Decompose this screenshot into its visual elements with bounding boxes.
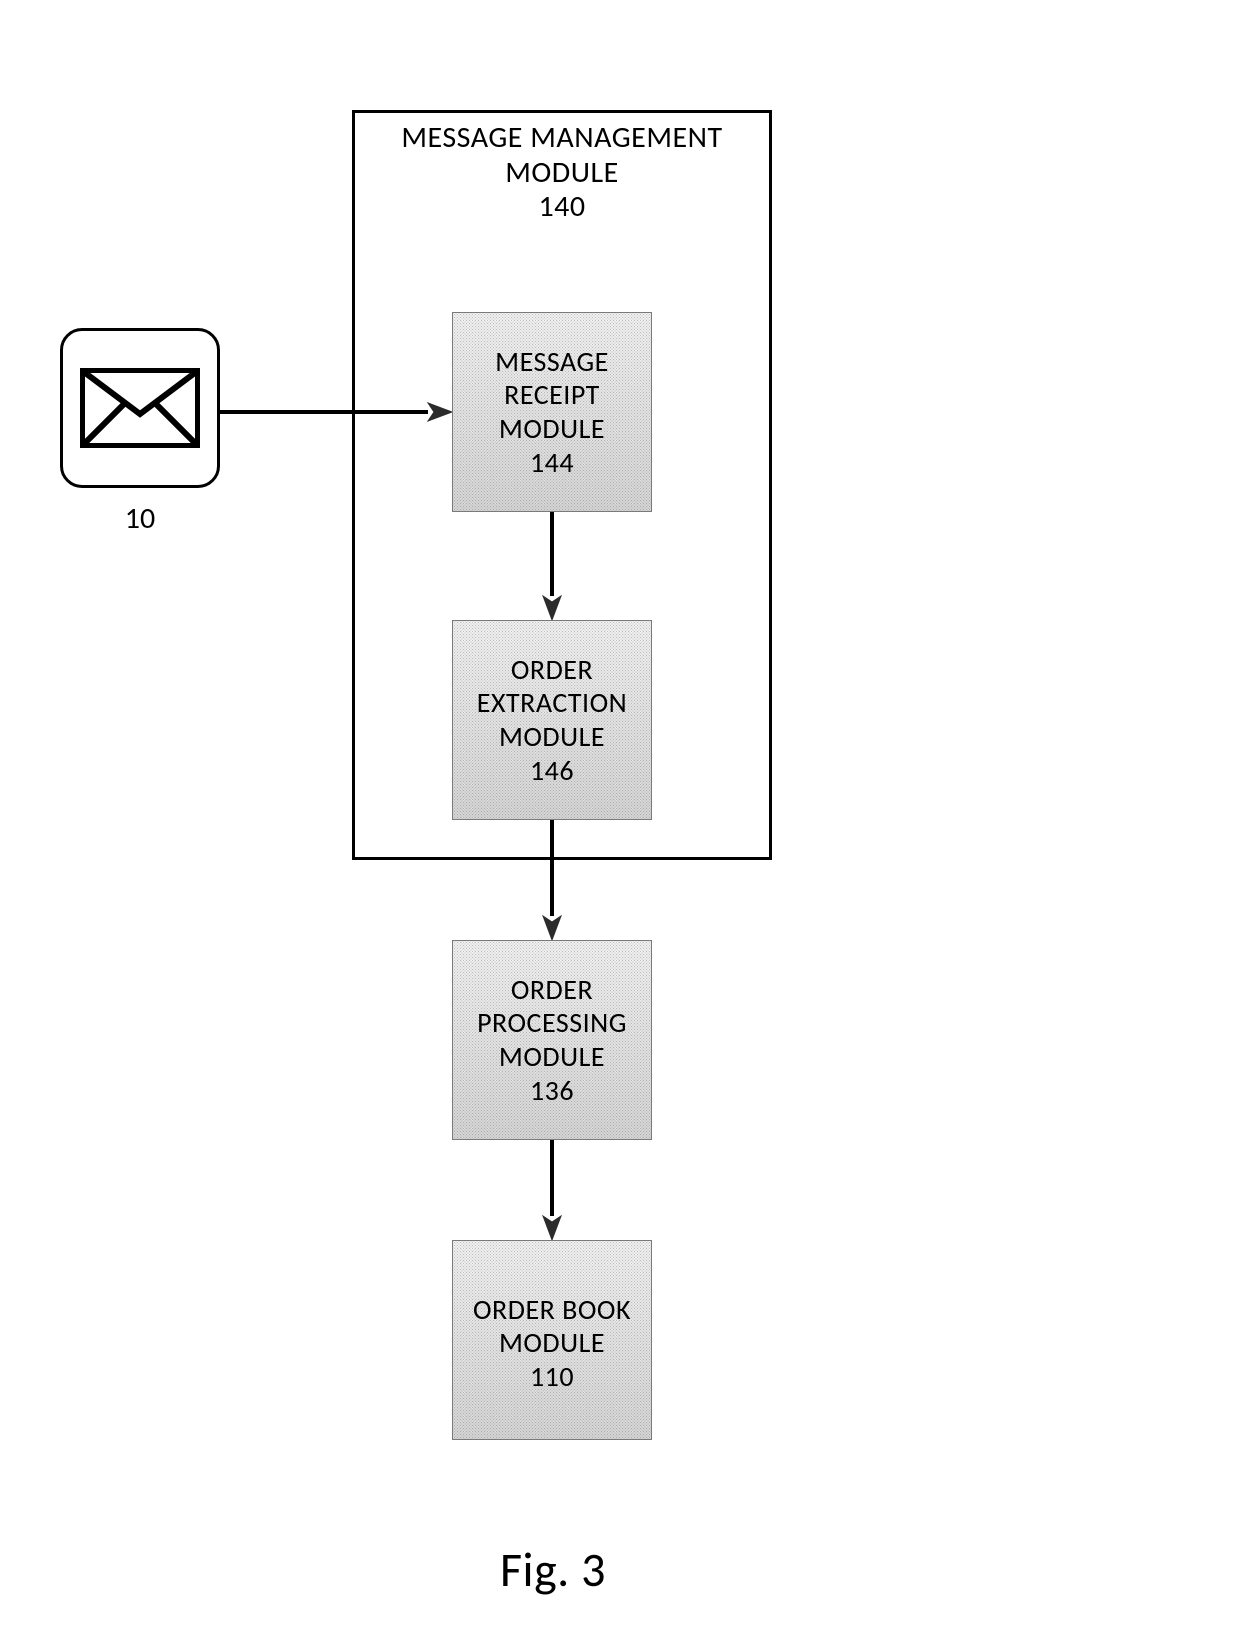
order-processing-line3: MODULE (499, 1039, 605, 1074)
order-extraction-line3: MODULE (499, 719, 605, 754)
container-title: MESSAGE MANAGEMENT MODULE 140 (355, 113, 769, 225)
envelope-icon (80, 368, 200, 448)
order-book-module: ORDER BOOK MODULE 110 (452, 1240, 652, 1440)
order-extraction-module: ORDER EXTRACTION MODULE 146 (452, 620, 652, 820)
container-ref: 140 (538, 188, 585, 225)
order-processing-line1: ORDER (511, 972, 593, 1007)
order-processing-ref: 136 (530, 1073, 574, 1108)
message-receipt-module: MESSAGE RECEIPT MODULE 144 (452, 312, 652, 512)
message-receipt-line2: RECEIPT (504, 377, 600, 412)
arrow-extraction-to-processing (540, 820, 564, 940)
message-receipt-line1: MESSAGE (495, 344, 609, 379)
order-extraction-ref: 146 (530, 753, 574, 788)
order-processing-module: ORDER PROCESSING MODULE 136 (452, 940, 652, 1140)
container-title-line1: MESSAGE MANAGEMENT (401, 119, 722, 156)
arrow-processing-to-book (540, 1140, 564, 1240)
diagram-canvas: 10 MESSAGE MANAGEMENT MODULE 140 MESSAGE… (0, 0, 1240, 1646)
message-receipt-line3: MODULE (499, 411, 605, 446)
envelope-ref-label: 10 (60, 500, 220, 537)
arrow-receipt-to-extraction (540, 512, 564, 620)
order-book-line2: MODULE (499, 1325, 605, 1360)
envelope-icon-box (60, 328, 220, 488)
order-book-ref: 110 (530, 1359, 574, 1394)
container-title-line2: MODULE (505, 154, 618, 191)
order-book-line1: ORDER BOOK (473, 1292, 631, 1327)
order-extraction-line2: EXTRACTION (477, 685, 627, 720)
figure-caption: Fig. 3 (500, 1540, 606, 1599)
message-receipt-ref: 144 (530, 445, 574, 480)
order-processing-line2: PROCESSING (477, 1005, 627, 1040)
order-extraction-line1: ORDER (511, 652, 593, 687)
